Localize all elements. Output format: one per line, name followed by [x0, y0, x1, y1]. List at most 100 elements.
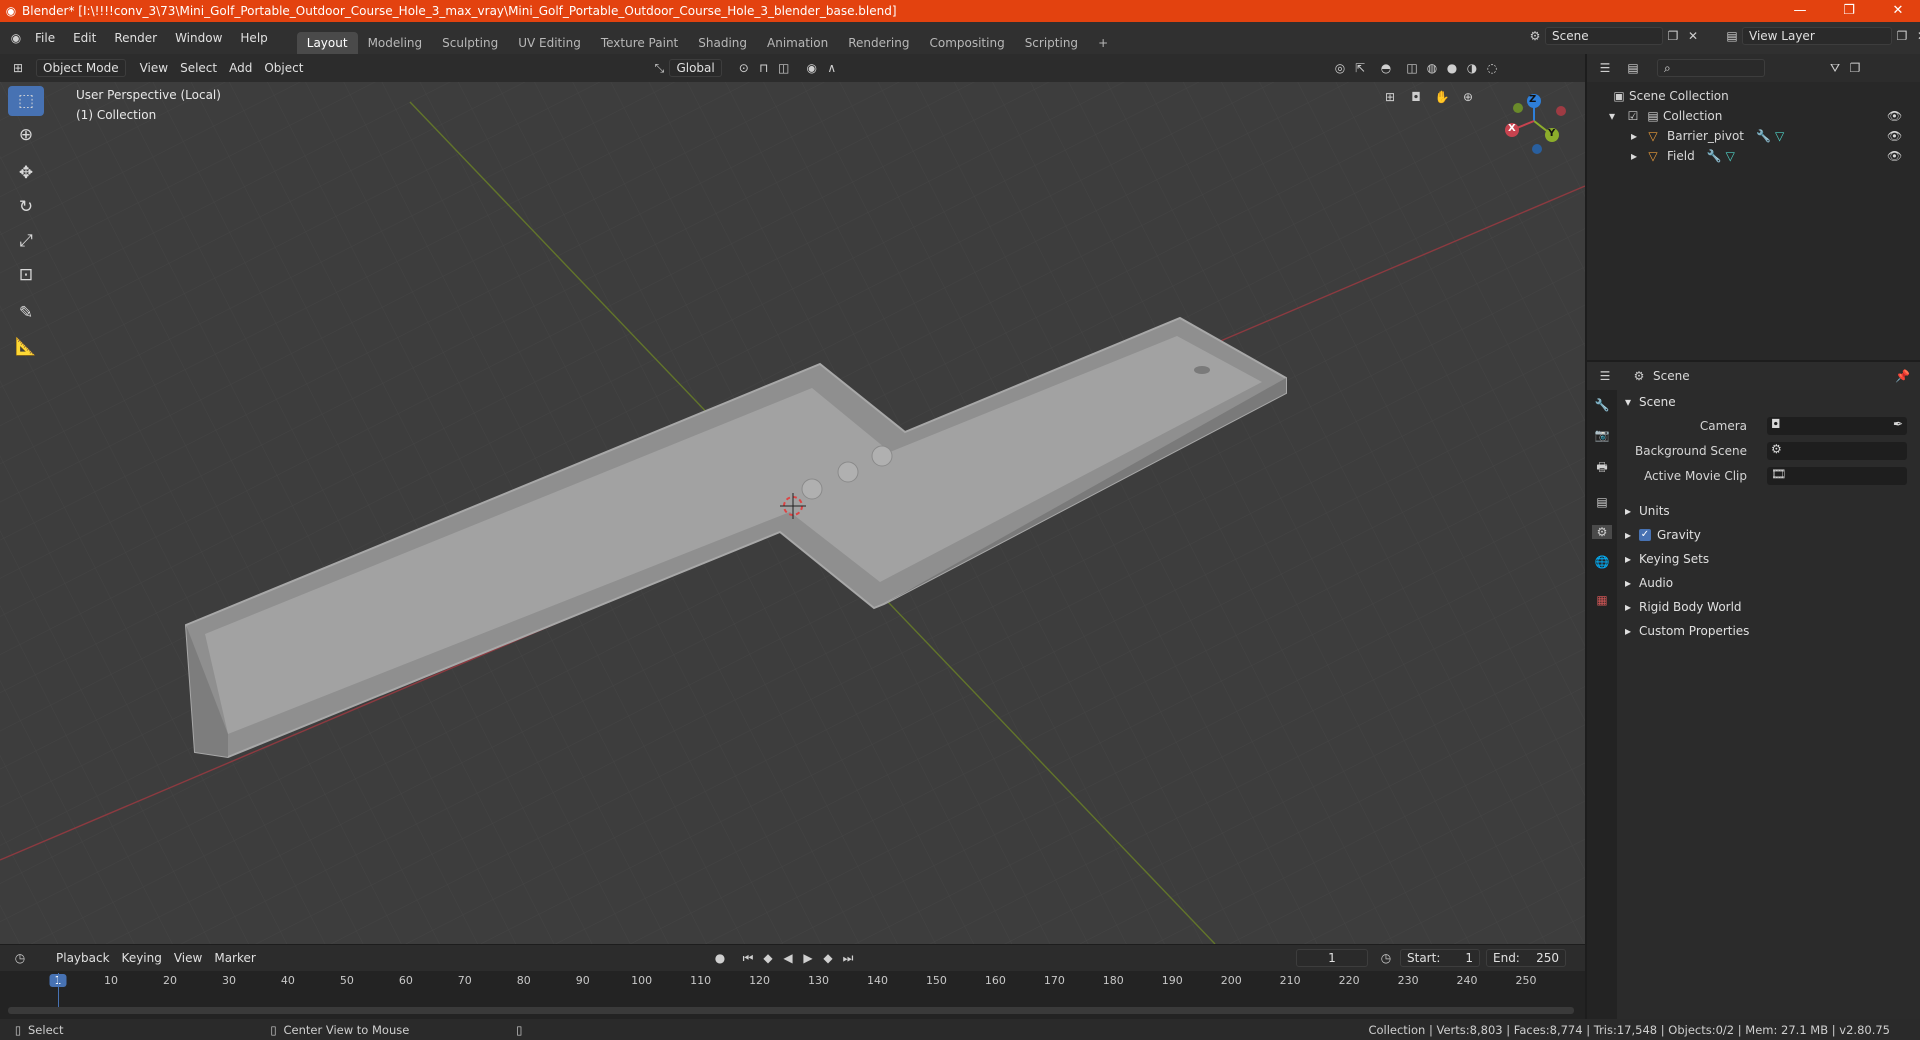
transform-orientation-dropdown[interactable]: Global — [669, 59, 722, 77]
cursor-tool[interactable]: ⊕ — [8, 120, 44, 150]
menu-select[interactable]: Select — [174, 59, 223, 77]
tab-shading[interactable]: Shading — [688, 32, 757, 54]
transform-tool[interactable]: ⊡ — [8, 260, 44, 290]
move-tool[interactable]: ✥ — [8, 158, 44, 188]
snap-target-icon[interactable]: ◫ — [774, 61, 794, 75]
frame-tick[interactable]: 30 — [222, 974, 236, 987]
frame-ruler[interactable]: 1102030405060708090100110120130140150160… — [0, 971, 1585, 993]
keying-sets-panel[interactable]: ▸ Keying Sets — [1625, 548, 1915, 570]
new-collection-icon[interactable]: ❐ — [1845, 61, 1865, 75]
gizmo-y-label[interactable]: Y — [1548, 128, 1555, 139]
menu-file[interactable]: File — [26, 31, 64, 45]
units-panel[interactable]: ▸ Units — [1625, 500, 1915, 522]
visibility-eye-icon[interactable]: 👁 — [1887, 129, 1902, 143]
xray-icon[interactable]: ◫ — [1402, 61, 1422, 75]
jump-end-icon[interactable]: ⏭ — [838, 951, 858, 966]
falloff-icon[interactable]: ∧ — [822, 61, 842, 75]
frame-tick[interactable]: 70 — [458, 974, 472, 987]
view-layer-tab-icon[interactable]: ▤ — [1592, 495, 1612, 509]
mesh-data-icon[interactable]: ▽ — [1775, 129, 1784, 143]
menu-help[interactable]: Help — [231, 31, 276, 45]
wireframe-shading-icon[interactable]: ◍ — [1422, 61, 1442, 75]
tab-sculpting[interactable]: Sculpting — [432, 32, 508, 54]
frame-tick[interactable]: 100 — [631, 974, 652, 987]
eyedropper-icon[interactable]: ✒ — [1893, 417, 1903, 431]
new-view-layer-icon[interactable]: ❐ — [1892, 29, 1912, 43]
add-workspace-button[interactable]: + — [1088, 32, 1118, 54]
frame-tick[interactable]: 170 — [1044, 974, 1065, 987]
tab-uv-editing[interactable]: UV Editing — [508, 32, 591, 54]
tab-animation[interactable]: Animation — [757, 32, 838, 54]
solid-shading-icon[interactable]: ● — [1442, 61, 1462, 75]
frame-tick[interactable]: 210 — [1280, 974, 1301, 987]
frame-tick[interactable]: 10 — [104, 974, 118, 987]
rendered-shading-icon[interactable]: ◌ — [1482, 61, 1502, 75]
tab-compositing[interactable]: Compositing — [919, 32, 1014, 54]
minimize-button[interactable]: — — [1778, 0, 1822, 22]
frame-tick[interactable]: 40 — [281, 974, 295, 987]
collapse-arrow-icon[interactable]: ▸ — [1631, 149, 1643, 163]
zoom-icon[interactable]: ⊕ — [1458, 90, 1478, 104]
tab-scripting[interactable]: Scripting — [1015, 32, 1088, 54]
frame-tick[interactable]: 120 — [749, 974, 770, 987]
scene-panel-header[interactable]: ▾ Scene — [1625, 391, 1915, 413]
custom-properties-panel[interactable]: ▸ Custom Properties — [1625, 620, 1915, 642]
frame-tick[interactable]: 20 — [163, 974, 177, 987]
tab-rendering[interactable]: Rendering — [838, 32, 919, 54]
frame-tick[interactable]: 180 — [1103, 974, 1124, 987]
menu-playback[interactable]: Playback — [50, 949, 116, 967]
gizmo-toggle-icon[interactable]: ⇱ — [1350, 61, 1370, 75]
menu-add[interactable]: Add — [223, 59, 258, 77]
view-layer-selector[interactable]: View Layer — [1742, 27, 1892, 45]
texture-tab-icon[interactable]: ▦ — [1592, 593, 1612, 607]
gravity-checkbox[interactable]: ✓ — [1639, 529, 1651, 541]
remove-scene-icon[interactable]: ✕ — [1683, 29, 1703, 43]
tab-layout[interactable]: Layout — [296, 32, 358, 54]
modifier-wrench-icon[interactable]: 🔧 — [1756, 129, 1771, 143]
rigid-body-world-panel[interactable]: ▸ Rigid Body World — [1625, 596, 1915, 618]
material-shading-icon[interactable]: ◑ — [1462, 61, 1482, 75]
preview-range-icon[interactable]: ◷ — [1376, 951, 1396, 965]
remove-view-layer-icon[interactable]: ✕ — [1912, 29, 1920, 43]
audio-panel[interactable]: ▸ Audio — [1625, 572, 1915, 594]
close-button[interactable]: ✕ — [1876, 0, 1920, 22]
menu-window[interactable]: Window — [166, 31, 231, 45]
menu-marker[interactable]: Marker — [208, 949, 261, 967]
active-movie-clip-field[interactable]: 🎞 — [1767, 467, 1907, 485]
filter-icon[interactable]: ⛛ — [1825, 61, 1845, 76]
menu-keying[interactable]: Keying — [116, 949, 168, 967]
camera-view-icon[interactable]: ◘ — [1406, 90, 1426, 104]
modifier-wrench-icon[interactable]: 🔧 — [1707, 149, 1722, 163]
menu-timeline-view[interactable]: View — [168, 949, 208, 967]
outliner-editor-icon[interactable]: ☰ — [1595, 61, 1615, 75]
annotate-tool[interactable]: ✎ — [8, 298, 44, 328]
start-frame-field[interactable]: Start: 1 — [1400, 949, 1480, 967]
overlay-icon[interactable]: ◓ — [1376, 61, 1396, 75]
output-tab-icon[interactable]: 🖶 — [1592, 458, 1612, 479]
scene-selector[interactable]: Scene — [1545, 27, 1663, 45]
properties-editor-icon[interactable]: ☰ — [1595, 369, 1615, 383]
tab-texture-paint[interactable]: Texture Paint — [591, 32, 688, 54]
next-keyframe-icon[interactable]: ◆ — [818, 951, 838, 966]
frame-tick[interactable]: 150 — [926, 974, 947, 987]
outliner-item-barrier-pivot[interactable]: ▸ ▽ Barrier_pivot 🔧 ▽ 👁 — [1631, 126, 1911, 146]
display-mode-icon[interactable]: ▤ — [1623, 61, 1643, 75]
frame-tick[interactable]: 160 — [985, 974, 1006, 987]
expand-arrow-icon[interactable]: ▾ — [1609, 109, 1623, 123]
timeline-area[interactable]: 1102030405060708090100110120130140150160… — [0, 971, 1585, 1019]
frame-tick[interactable]: 90 — [576, 974, 590, 987]
gizmo-x-label[interactable]: X — [1508, 123, 1516, 134]
visibility-icon[interactable]: ◎ — [1330, 61, 1350, 75]
measure-tool[interactable]: 📐 — [8, 332, 44, 362]
mesh-data-icon[interactable]: ▽ — [1726, 149, 1735, 163]
rotate-tool[interactable]: ↻ — [8, 192, 44, 222]
new-scene-icon[interactable]: ❐ — [1663, 29, 1683, 43]
visibility-eye-icon[interactable]: 👁 — [1887, 109, 1902, 123]
proportional-edit-icon[interactable]: ◉ — [802, 61, 822, 75]
frame-tick[interactable]: 60 — [399, 974, 413, 987]
snap-icon[interactable]: ⊓ — [754, 61, 774, 75]
scene-tab-icon[interactable]: ⚙ — [1592, 525, 1612, 539]
frame-tick[interactable]: 240 — [1457, 974, 1478, 987]
select-box-tool[interactable]: ⬚ — [8, 86, 44, 116]
3d-viewport[interactable]: Z Y X ⊞ ◘ ✋ ⊕ — [0, 82, 1585, 944]
